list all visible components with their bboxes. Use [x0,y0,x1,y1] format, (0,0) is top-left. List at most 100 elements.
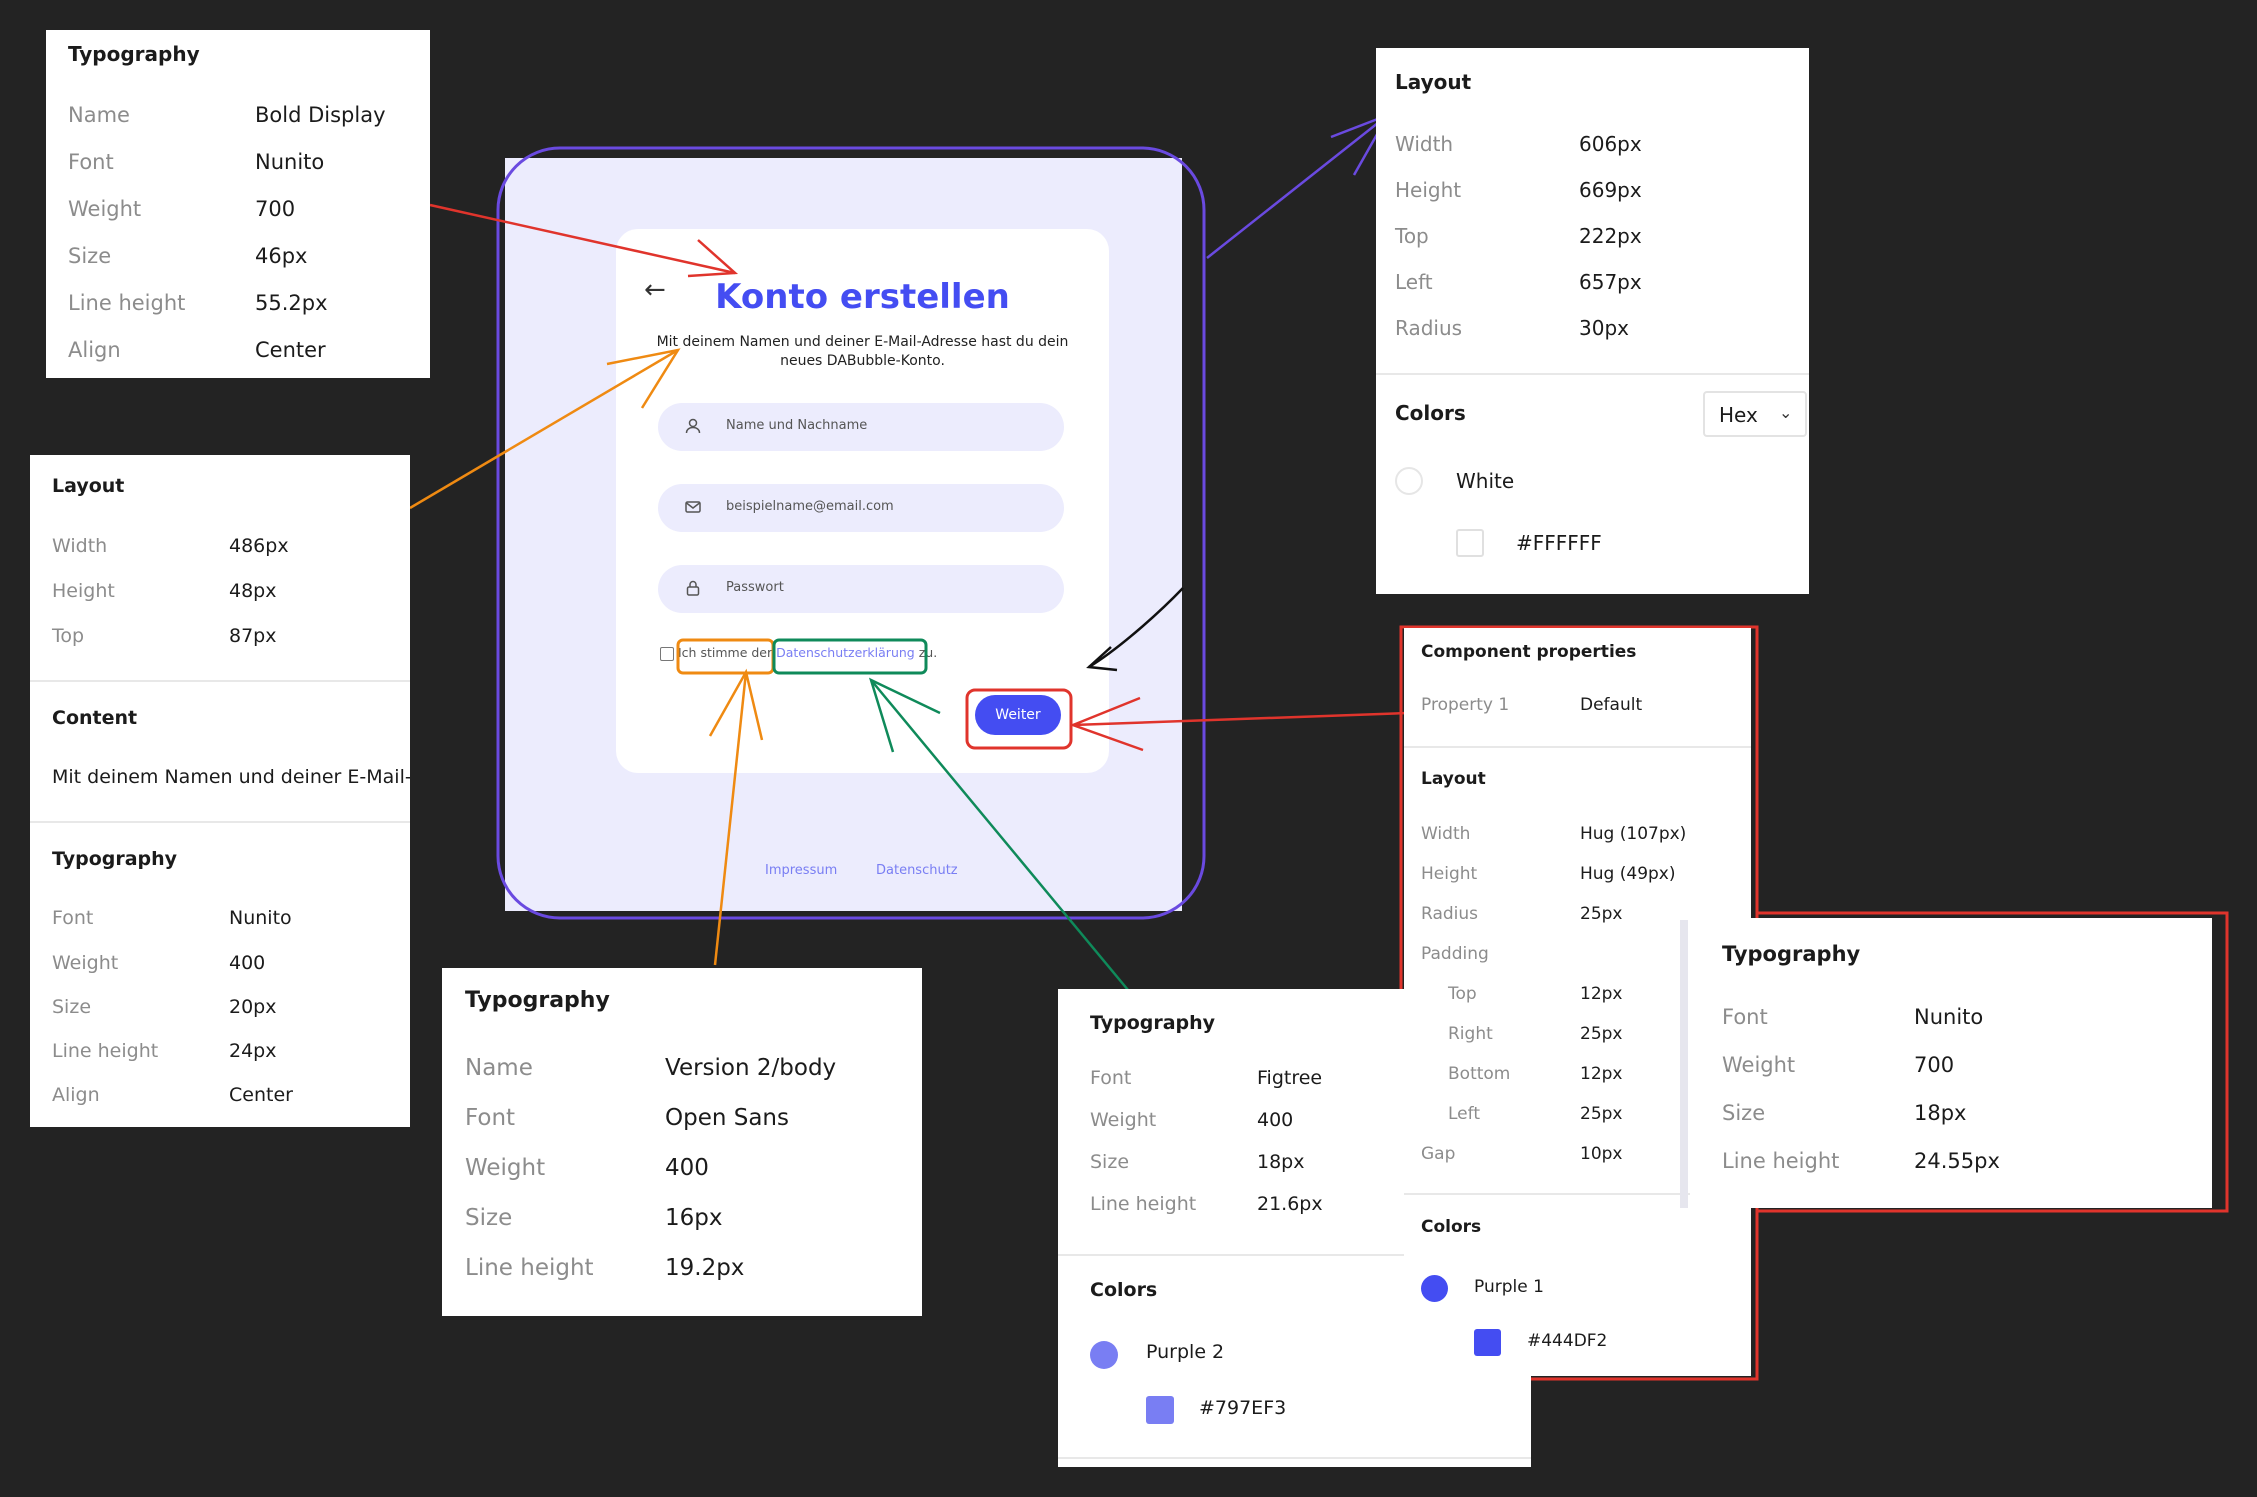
row-key: Width [1395,132,1454,156]
row-value: 400 [665,1155,709,1181]
row-key: Line height [1090,1193,1197,1215]
color-hex: #797EF3 [1199,1397,1287,1419]
title-typography-panel: Typography Name Bold Display Font Nunito… [46,30,430,378]
row-key: Width [1421,824,1471,844]
row-value: 24px [229,1040,277,1062]
link-arrow [870,679,1134,997]
typography-heading: Typography [52,848,178,870]
frame-layout-panel: Layout Width 606px Height 669px Top 222p… [1376,48,1809,594]
row-value: 669px [1579,178,1642,202]
row-value: 46px [255,244,308,268]
divider [30,821,410,823]
row-value: 25px [1580,1024,1623,1044]
row-value: Figtree [1257,1067,1323,1089]
button-outline [965,688,1073,750]
scrollbar[interactable] [1680,920,1688,1208]
color-swatch-icon [1090,1341,1118,1369]
row-key: Bottom [1448,1064,1511,1084]
row-key: Padding [1421,944,1489,964]
row-value: Nunito [255,150,325,174]
row-key: Font [52,907,94,929]
panel-heading: Typography [1090,1012,1216,1034]
layout-heading: Layout [1395,70,1472,94]
frame-outline [496,146,1206,920]
row-value: 400 [1257,1109,1294,1131]
consent-text-outline [676,638,775,675]
row-value: Nunito [1914,1005,1984,1029]
row-value: Open Sans [665,1105,789,1131]
color-name: Purple 2 [1146,1341,1225,1363]
divider [1058,1457,1531,1459]
layout-heading: Layout [1421,769,1486,789]
row-key: Height [1395,178,1462,202]
row-value: Hug (49px) [1580,864,1676,884]
row-key: Weight [68,197,142,221]
color-hex: #444DF2 [1527,1331,1608,1351]
row-key: Size [52,996,92,1018]
row-key: Right [1448,1024,1493,1044]
chevron-down-icon: ⌄ [1779,403,1793,422]
row-value: Center [255,338,326,362]
property-key: Property 1 [1421,695,1510,715]
color-square-icon [1474,1329,1501,1356]
subtitle-arrow [409,348,679,510]
panel-heading: Typography [68,42,200,66]
row-value: 30px [1579,316,1629,340]
row-value: 21.6px [1257,1193,1323,1215]
row-value: 222px [1579,224,1642,248]
row-key: Top [52,625,85,647]
row-value: Hug (107px) [1580,824,1687,844]
row-value: Nunito [229,907,292,929]
row-key: Weight [465,1155,546,1181]
color-swatch-icon [1421,1275,1448,1302]
color-name: White [1456,469,1515,493]
row-key: Font [465,1105,516,1131]
row-value: 700 [1914,1053,1955,1077]
row-key: Width [52,535,108,557]
row-key: Weight [1090,1109,1157,1131]
row-key: Size [465,1205,513,1231]
property-value[interactable]: Default [1580,695,1642,715]
color-format-select[interactable]: Hex ⌄ [1703,391,1807,437]
colors-heading: Colors [1395,401,1466,425]
row-value: 16px [665,1205,723,1231]
color-square-icon [1146,1396,1174,1424]
row-value: 12px [1580,1064,1623,1084]
color-square-icon [1456,529,1484,557]
row-key: Font [1722,1005,1768,1029]
row-key: Weight [52,952,119,974]
row-key: Height [1421,864,1478,884]
link-outline [772,638,928,675]
row-value: 657px [1579,270,1642,294]
panel-heading: Typography [1722,942,1861,966]
color-format-value: Hex [1719,403,1758,427]
row-key: Size [1090,1151,1130,1173]
divider [1404,746,1751,748]
row-key: Left [1395,270,1433,294]
row-value: Version 2/body [665,1055,837,1081]
divider [1376,373,1809,375]
content-heading: Content [52,707,138,729]
row-value: 25px [1580,1104,1623,1124]
row-value: 18px [1914,1101,1967,1125]
button-typography-panel: Typography Font Nunito Weight 700 Size 1… [1690,918,2212,1208]
row-key: Line height [465,1255,594,1281]
row-key: Top [1448,984,1477,1004]
row-value: 606px [1579,132,1642,156]
row-key: Line height [68,291,186,315]
layout-heading: Layout [52,475,125,497]
row-key: Size [68,244,112,268]
row-key: Line height [52,1040,159,1062]
subtitle-properties-panel: Layout Width 486px Height 48px Top 87px … [30,455,410,1127]
row-value: 25px [1580,904,1623,924]
row-key: Left [1448,1104,1480,1124]
color-name: Purple 1 [1474,1277,1544,1297]
row-key: Weight [1722,1053,1796,1077]
row-key: Font [1090,1067,1132,1089]
row-key: Font [68,150,114,174]
row-value: 24.55px [1914,1149,2000,1173]
colors-heading: Colors [1421,1217,1482,1237]
consent-arrow [713,671,748,966]
row-value: 18px [1257,1151,1305,1173]
row-value: 20px [229,996,277,1018]
